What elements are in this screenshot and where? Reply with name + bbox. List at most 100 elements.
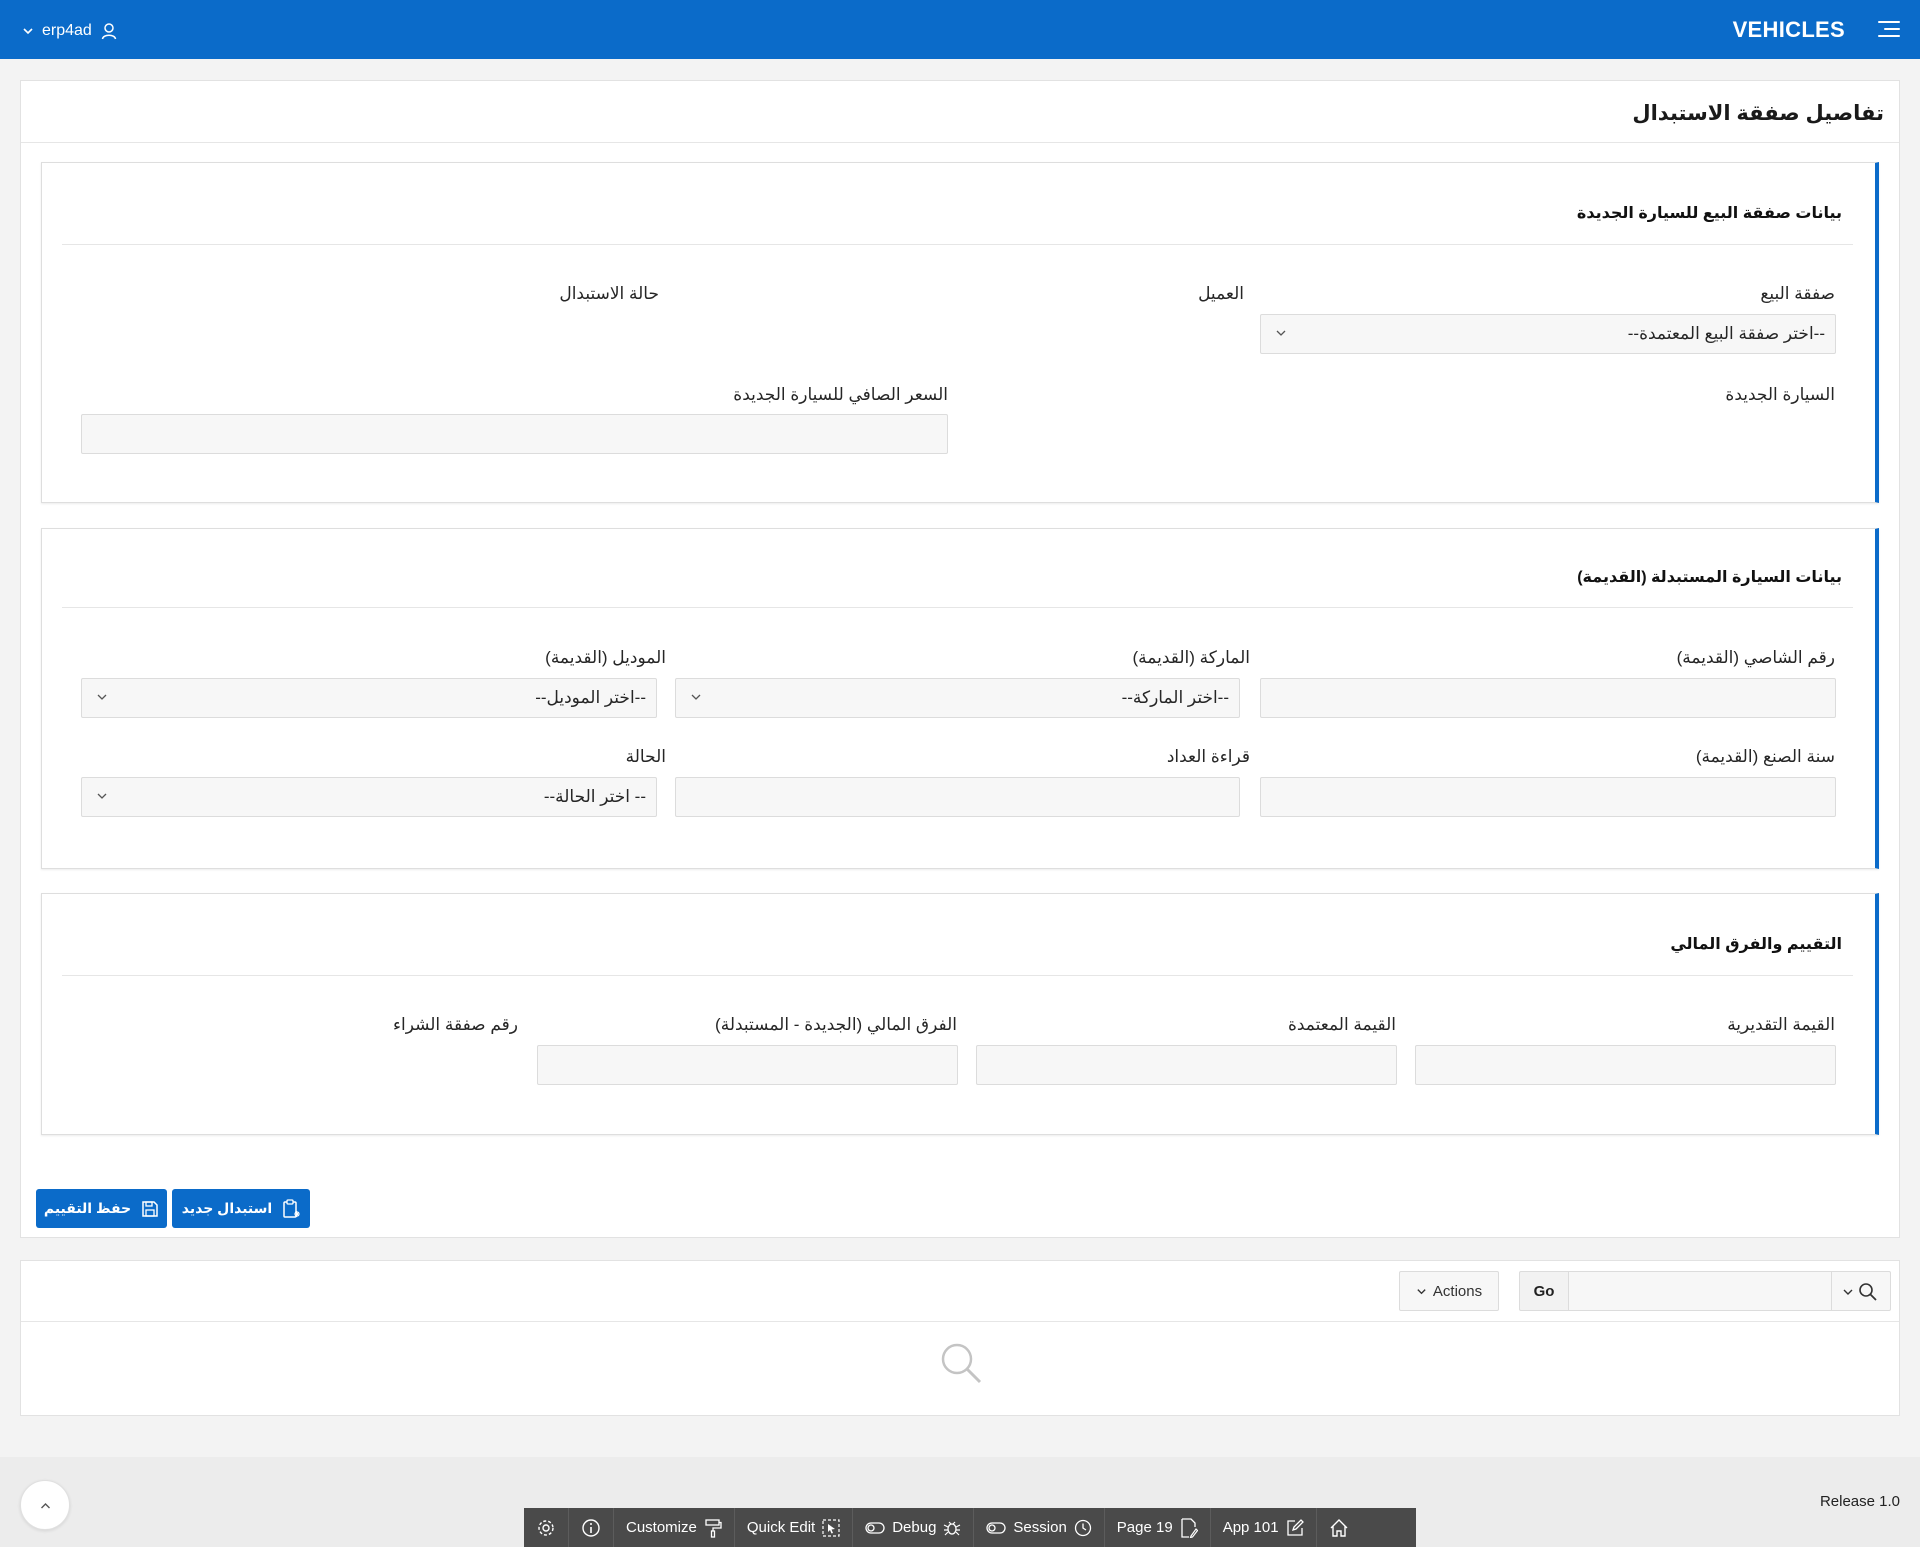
model-value: --اختر الموديل-- <box>535 688 646 707</box>
year-label: سنة الصنع (القديمة) <box>1695 747 1835 766</box>
actions-menu-button[interactable]: Actions <box>1399 1271 1499 1311</box>
chevron-down-icon <box>97 694 107 700</box>
condition-value: -- اختر الحالة-- <box>543 787 646 806</box>
new-exchange-label: استبدال جديد <box>181 1200 273 1216</box>
purchase-deal-label: رقم صفقة الشراء <box>392 1015 518 1034</box>
devbar-customize[interactable]: Customize <box>614 1508 735 1547</box>
toggle-icon <box>986 1521 1007 1534</box>
difference-field[interactable] <box>537 1045 958 1085</box>
toggle-icon <box>865 1521 885 1534</box>
quick-edit-label: Quick Edit <box>746 1519 816 1536</box>
clock-icon <box>1074 1519 1091 1536</box>
valuation-section: التقييم والفرق المالي القيمة التقديرية ا… <box>41 893 1879 1135</box>
devbar-session[interactable]: Session <box>974 1508 1105 1547</box>
sale-deal-value: --اختر صفقة البيع المعتمدة-- <box>1627 324 1825 343</box>
app-label: App 101 <box>1222 1519 1279 1536</box>
top-navigation-bar: erp4ad VEHICLES <box>0 0 1920 59</box>
chevron-down-icon <box>1417 1288 1426 1294</box>
net-price-field[interactable] <box>81 414 948 454</box>
debug-label: Debug <box>892 1519 937 1536</box>
session-label: Session <box>1013 1519 1067 1536</box>
save-valuation-label: حفظ التقييم <box>43 1200 132 1216</box>
divider <box>62 607 1853 608</box>
sale-section: بيانات صفقة البيع للسيارة الجديدة صفقة ا… <box>41 162 1879 503</box>
actions-label: Actions <box>1432 1282 1483 1300</box>
page-title: تفاصيل صفقة الاستبدال <box>1632 102 1884 125</box>
divider <box>62 244 1853 245</box>
model-select[interactable]: --اختر الموديل-- <box>81 678 657 718</box>
sale-section-title: بيانات صفقة البيع للسيارة الجديدة <box>1576 205 1842 222</box>
release-version: Release 1.0 <box>1819 1493 1900 1510</box>
devbar-page[interactable]: Page 19 <box>1105 1508 1211 1547</box>
devbar-app[interactable]: App 101 <box>1211 1508 1317 1547</box>
brand-value: --اختر الماركة-- <box>1121 688 1229 707</box>
estimated-value-label: القيمة التقديرية <box>1727 1015 1835 1034</box>
approved-value-label: القيمة المعتمدة <box>1287 1015 1396 1034</box>
username: erp4ad <box>42 22 92 39</box>
search-column-selector[interactable] <box>1831 1271 1891 1311</box>
divider <box>21 1321 1899 1322</box>
report-region: Actions Go <box>20 1260 1900 1416</box>
sale-deal-select[interactable]: --اختر صفقة البيع المعتمدة-- <box>1260 314 1836 354</box>
old-car-section-title: بيانات السيارة المستبدلة (القديمة) <box>1577 569 1842 586</box>
home-icon <box>1330 1518 1348 1537</box>
net-price-label: السعر الصافي للسيارة الجديدة <box>733 385 948 404</box>
info-icon <box>582 1518 600 1537</box>
bug-icon <box>944 1521 961 1535</box>
app-title[interactable]: VEHICLES <box>1733 17 1845 43</box>
exchange-status-label: حالة الاستبدال <box>559 284 659 303</box>
chevron-down-icon <box>23 28 33 35</box>
go-label: Go <box>1533 1282 1555 1300</box>
year-field[interactable] <box>1260 777 1836 817</box>
devbar-quick-edit[interactable]: Quick Edit <box>735 1508 854 1547</box>
chevron-down-icon <box>691 694 701 700</box>
search-icon <box>1859 1283 1877 1301</box>
report-search-input[interactable] <box>1568 1271 1832 1311</box>
odometer-label: قراءة العداد <box>1166 747 1250 766</box>
valuation-section-title: التقييم والفرق المالي <box>1670 936 1842 953</box>
user-icon <box>101 23 117 40</box>
new-exchange-button[interactable]: استبدال جديد <box>172 1189 310 1228</box>
main-region: تفاصيل صفقة الاستبدال بيانات صفقة البيع … <box>20 80 1900 1238</box>
divider <box>62 975 1853 976</box>
developer-toolbar: Customize Quick Edit Debug Session Page … <box>524 1508 1416 1547</box>
odometer-field[interactable] <box>675 777 1240 817</box>
divider <box>21 142 1899 143</box>
chevron-up-icon <box>41 1503 50 1509</box>
chevron-down-icon <box>1843 1289 1853 1295</box>
clipboard-new-icon <box>283 1198 301 1218</box>
edit-icon <box>1286 1518 1304 1536</box>
old-car-section: بيانات السيارة المستبدلة (القديمة) رقم ا… <box>41 528 1879 869</box>
approved-value-field[interactable] <box>976 1045 1397 1085</box>
go-button[interactable]: Go <box>1519 1271 1569 1311</box>
chevron-down-icon <box>1276 330 1286 336</box>
gear-icon <box>538 1519 554 1536</box>
page-label: Page 19 <box>1116 1519 1173 1536</box>
edit-page-icon <box>1181 1517 1198 1538</box>
hamburger-menu-icon[interactable] <box>1878 21 1900 38</box>
save-icon <box>142 1200 158 1217</box>
condition-select[interactable]: -- اختر الحالة-- <box>81 777 657 817</box>
chassis-field[interactable] <box>1260 678 1836 718</box>
paint-roller-icon <box>705 1518 722 1538</box>
difference-label: الفرق المالي (الجديدة - المستبدلة) <box>715 1015 957 1034</box>
customize-label: Customize <box>626 1519 697 1536</box>
condition-label: الحالة <box>625 747 666 766</box>
devbar-home[interactable] <box>1317 1508 1361 1547</box>
save-valuation-button[interactable]: حفظ التقييم <box>36 1189 167 1228</box>
no-data-search-icon <box>941 1343 982 1384</box>
devbar-settings[interactable] <box>524 1508 569 1547</box>
devbar-info[interactable] <box>569 1508 614 1547</box>
cursor-select-icon <box>822 1518 840 1537</box>
model-label: الموديل (القديمة) <box>545 648 666 667</box>
user-menu[interactable]: erp4ad <box>22 18 118 44</box>
new-car-label: السيارة الجديدة <box>1725 385 1835 404</box>
devbar-debug[interactable]: Debug <box>853 1508 975 1547</box>
estimated-value-field[interactable] <box>1415 1045 1836 1085</box>
customer-label: العميل <box>1198 284 1244 303</box>
scroll-to-top-button[interactable] <box>20 1480 70 1530</box>
brand-select[interactable]: --اختر الماركة-- <box>675 678 1240 718</box>
chassis-label: رقم الشاصي (القديمة) <box>1676 648 1835 667</box>
sale-deal-label: صفقة البيع <box>1760 284 1835 303</box>
brand-label: الماركة (القديمة) <box>1132 648 1250 667</box>
